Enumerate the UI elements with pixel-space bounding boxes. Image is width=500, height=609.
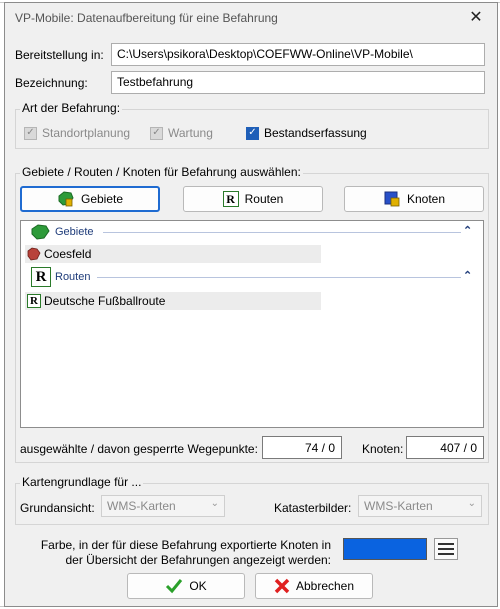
grundansicht-label: Grundansicht: [20, 501, 95, 515]
kataster-label: Katasterbilder: [274, 501, 352, 515]
gebiete-section-header[interactable]: Gebiete [31, 224, 94, 240]
wegepunkte-value: 74 / 0 [262, 436, 342, 459]
knoten-icon [384, 191, 400, 207]
list-item-label: Coesfeld [44, 247, 92, 261]
bestandserfassung-label: Bestandserfassung [264, 126, 367, 140]
check-icon: ✓ [150, 126, 163, 140]
farbe-description: Farbe, in der für diese Befahrung export… [35, 538, 331, 568]
gebiete-icon [58, 191, 74, 207]
bezeichnung-field[interactable]: Testbefahrung [111, 71, 485, 94]
chevron-down-icon: ⌄ [210, 498, 219, 509]
collapse-chevron-icon[interactable]: ⌃ [463, 224, 472, 237]
dialog-window: VP-Mobile: Datenaufbereitung für eine Be… [4, 2, 498, 607]
standortplanung-checkbox[interactable]: ✓ Standortplanung [24, 126, 130, 140]
check-icon: ✓ [24, 126, 37, 140]
area-icon [27, 247, 41, 261]
standortplanung-label: Standortplanung [42, 126, 131, 140]
ok-button[interactable]: OK [127, 573, 245, 599]
routen-icon: R [222, 191, 239, 207]
kataster-select[interactable]: WMS-Karten ⌄ [358, 495, 482, 517]
wartung-checkbox[interactable]: ✓ Wartung [150, 126, 213, 140]
auswahl-group: Gebiete / Routen / Knoten für Befahrung … [15, 165, 489, 463]
cancel-button[interactable]: Abbrechen [255, 573, 373, 599]
routen-button-label: Routen [244, 192, 284, 206]
checkmark-icon [166, 579, 183, 594]
cross-icon [274, 578, 290, 594]
check-icon: ✓ [246, 126, 259, 140]
color-swatch[interactable] [343, 538, 427, 560]
bereitstellung-field[interactable]: C:\Users\psikora\Desktop\COEFWW-Online\V… [111, 43, 485, 66]
bereitstellung-label: Bereitstellung in: [15, 48, 104, 62]
routen-section-header[interactable]: R Routen [31, 267, 90, 287]
art-group-label: Art der Befahrung: [20, 101, 123, 115]
wegepunkte-label: ausgewählte / davon gesperrte Wegepunkte… [20, 442, 258, 456]
routen-button[interactable]: R Routen [183, 186, 323, 212]
cancel-button-label: Abbrechen [295, 579, 355, 593]
farbe-text-line-2: der Übersicht der Befahrungen angezeigt … [65, 553, 332, 567]
list-item-deutsche-fussballroute[interactable]: R Deutsche Fußballroute [25, 292, 321, 310]
ok-button-label: OK [189, 579, 207, 593]
gebiete-section-title: Gebiete [55, 226, 94, 238]
section-divider [97, 277, 461, 278]
routen-section-icon: R [31, 267, 51, 287]
gebiete-section-icon [31, 224, 50, 240]
gebiete-button[interactable]: Gebiete [20, 186, 160, 212]
knoten-button[interactable]: Knoten [344, 186, 484, 212]
window-title: VP-Mobile: Datenaufbereitung für eine Be… [15, 11, 278, 25]
knoten-value: 407 / 0 [406, 436, 484, 459]
wartung-label: Wartung [168, 126, 213, 140]
color-picker-button[interactable] [434, 538, 458, 560]
knoten-label: Knoten: [362, 442, 404, 456]
gebiete-button-label: Gebiete [80, 192, 124, 206]
palette-list-icon [438, 543, 454, 555]
farbe-text-line-1: Farbe, in der für diese Befahrung export… [40, 538, 331, 552]
section-divider [103, 232, 461, 233]
knoten-button-label: Knoten [406, 192, 446, 206]
art-group: Art der Befahrung: ✓ Standortplanung ✓ W… [15, 101, 489, 149]
karten-group-label: Kartengrundlage für ... [20, 475, 144, 489]
grundansicht-select[interactable]: WMS-Karten ⌄ [101, 495, 225, 517]
list-item-coesfeld[interactable]: Coesfeld [25, 245, 321, 263]
chevron-down-icon: ⌄ [467, 498, 476, 509]
title-bar: VP-Mobile: Datenaufbereitung für eine Be… [5, 3, 497, 33]
route-icon: R [27, 294, 41, 308]
auswahl-group-label: Gebiete / Routen / Knoten für Befahrung … [20, 165, 303, 179]
karten-group: Kartengrundlage für ... Grundansicht: WM… [15, 475, 489, 525]
routen-section-title: Routen [55, 271, 91, 283]
list-item-label: Deutsche Fußballroute [44, 294, 166, 308]
selection-list[interactable]: Gebiete ⌃ Coesfeld R Routen ⌃ R Deutsche… [20, 220, 484, 428]
bezeichnung-label: Bezeichnung: [15, 76, 88, 90]
bestandserfassung-checkbox[interactable]: ✓ Bestandserfassung [246, 126, 367, 140]
collapse-chevron-icon[interactable]: ⌃ [463, 269, 472, 282]
grundansicht-value: WMS-Karten [107, 499, 176, 513]
kataster-value: WMS-Karten [364, 499, 433, 513]
close-button[interactable]: ✕ [467, 9, 485, 27]
